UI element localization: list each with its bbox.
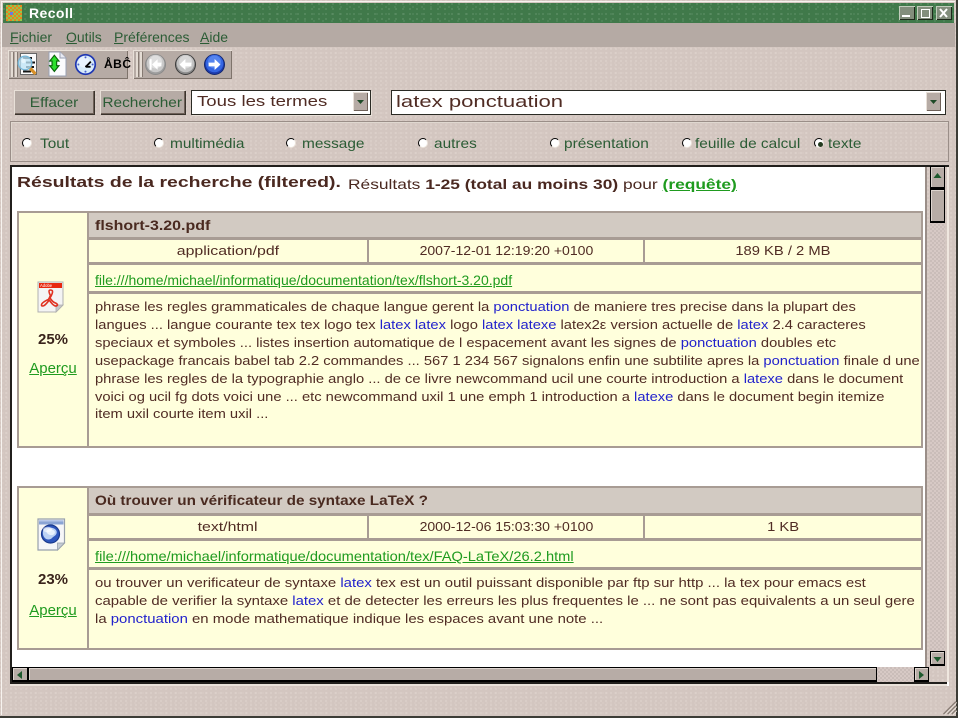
svg-text:Adobe: Adobe [40, 283, 53, 288]
